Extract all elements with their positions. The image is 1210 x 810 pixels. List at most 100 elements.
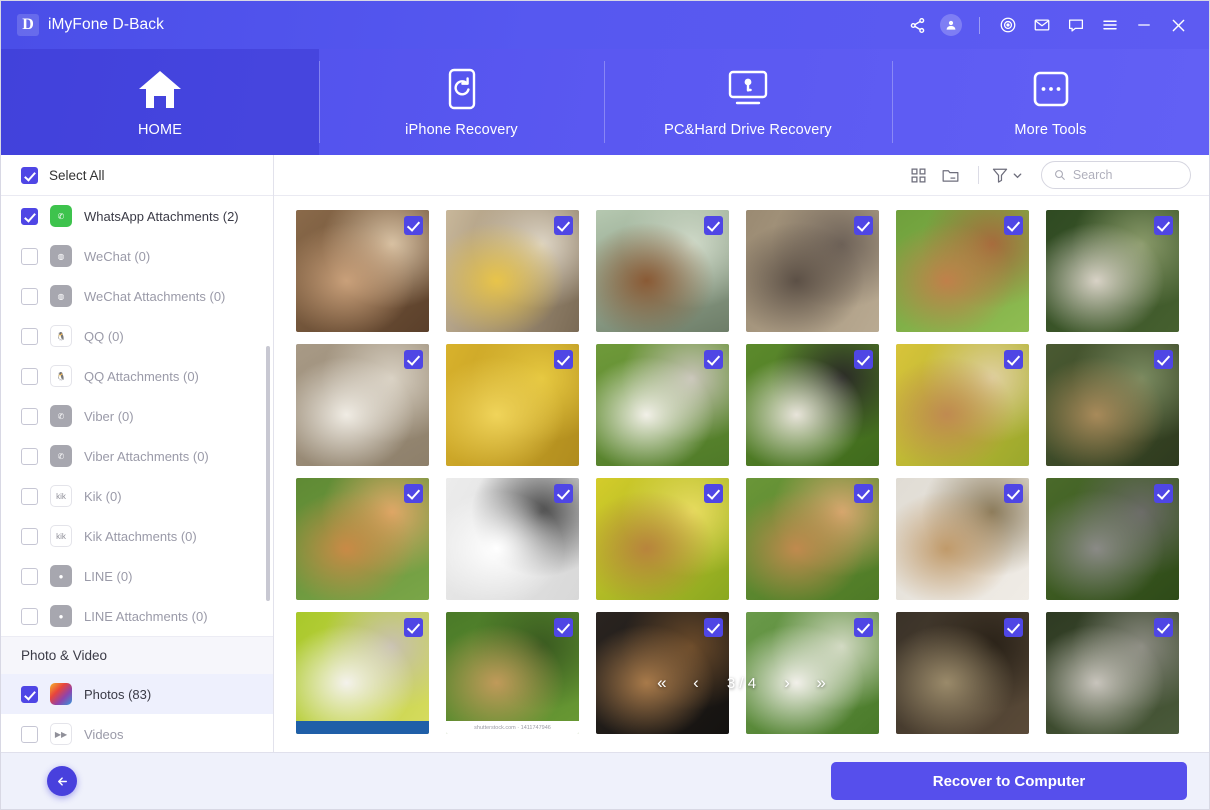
photo-thumbnail[interactable] bbox=[896, 210, 1029, 332]
pagination-last-button[interactable]: » bbox=[804, 666, 838, 700]
photo-checkbox[interactable] bbox=[854, 216, 873, 235]
photo-thumbnail[interactable] bbox=[296, 210, 429, 332]
photo-checkbox[interactable] bbox=[1004, 484, 1023, 503]
photo-thumbnail[interactable] bbox=[746, 478, 879, 600]
share-icon[interactable] bbox=[900, 8, 934, 42]
sidebar-item[interactable]: kikKik (0) bbox=[1, 476, 273, 516]
photo-thumbnail[interactable] bbox=[1046, 612, 1179, 734]
photo-thumbnail[interactable] bbox=[896, 612, 1029, 734]
target-icon[interactable] bbox=[991, 8, 1025, 42]
filter-button[interactable] bbox=[991, 166, 1023, 184]
photo-checkbox[interactable] bbox=[704, 618, 723, 637]
search-box[interactable] bbox=[1041, 161, 1191, 189]
photo-checkbox[interactable] bbox=[854, 618, 873, 637]
sidebar-item-checkbox[interactable] bbox=[21, 248, 38, 265]
account-icon[interactable] bbox=[934, 8, 968, 42]
photo-thumbnail[interactable] bbox=[596, 478, 729, 600]
pagination-first-button[interactable]: « bbox=[645, 666, 679, 700]
minimize-icon[interactable] bbox=[1127, 8, 1161, 42]
photo-checkbox[interactable] bbox=[1154, 350, 1173, 369]
menu-icon[interactable] bbox=[1093, 8, 1127, 42]
sidebar-item-checkbox[interactable] bbox=[21, 208, 38, 225]
photo-checkbox[interactable] bbox=[854, 350, 873, 369]
sidebar-item-checkbox[interactable] bbox=[21, 488, 38, 505]
sidebar-scroll-area: ✆WhatsApp Attachments (2)◍WeChat (0)◍WeC… bbox=[1, 196, 273, 752]
photo-thumbnail[interactable] bbox=[296, 478, 429, 600]
tab-iphone-recovery[interactable]: iPhone Recovery bbox=[319, 49, 604, 155]
photo-thumbnail[interactable] bbox=[446, 210, 579, 332]
sidebar-item-checkbox[interactable] bbox=[21, 408, 38, 425]
photo-checkbox[interactable] bbox=[554, 484, 573, 503]
photo-checkbox[interactable] bbox=[1154, 484, 1173, 503]
photo-thumbnail[interactable] bbox=[296, 344, 429, 466]
photo-checkbox[interactable] bbox=[404, 618, 423, 637]
photo-checkbox[interactable] bbox=[1004, 216, 1023, 235]
photo-thumbnail[interactable] bbox=[1046, 210, 1179, 332]
photo-checkbox[interactable] bbox=[704, 350, 723, 369]
sidebar-item-checkbox[interactable] bbox=[21, 528, 38, 545]
sidebar-item[interactable]: Photos (83) bbox=[1, 674, 273, 714]
sidebar-item-checkbox[interactable] bbox=[21, 608, 38, 625]
photo-thumbnail[interactable] bbox=[296, 612, 429, 734]
photo-thumbnail[interactable] bbox=[446, 478, 579, 600]
photo-checkbox[interactable] bbox=[704, 216, 723, 235]
sidebar-item[interactable]: kikKik Attachments (0) bbox=[1, 516, 273, 556]
photo-thumbnail[interactable] bbox=[446, 344, 579, 466]
photo-thumbnail[interactable] bbox=[596, 210, 729, 332]
sidebar-item[interactable]: 🐧QQ (0) bbox=[1, 316, 273, 356]
folder-view-icon[interactable] bbox=[934, 160, 966, 190]
photo-checkbox[interactable] bbox=[554, 216, 573, 235]
main-panel: shutterstock.com · 1411747946 « ‹ 3 / 4 … bbox=[274, 155, 1209, 752]
sidebar-item[interactable]: ◍WeChat (0) bbox=[1, 236, 273, 276]
photo-checkbox[interactable] bbox=[404, 484, 423, 503]
photo-checkbox[interactable] bbox=[1004, 350, 1023, 369]
select-all-row[interactable]: Select All bbox=[1, 155, 273, 196]
photo-checkbox[interactable] bbox=[404, 350, 423, 369]
tab-more-tools[interactable]: More Tools bbox=[892, 49, 1209, 155]
photo-thumbnail[interactable] bbox=[746, 210, 879, 332]
back-button[interactable] bbox=[47, 766, 77, 796]
sidebar-item[interactable]: ✆Viber Attachments (0) bbox=[1, 436, 273, 476]
sidebar-item-checkbox[interactable] bbox=[21, 288, 38, 305]
photo-checkbox[interactable] bbox=[1154, 618, 1173, 637]
pagination-prev-button[interactable]: ‹ bbox=[679, 666, 713, 700]
sidebar-item-checkbox[interactable] bbox=[21, 448, 38, 465]
photo-checkbox[interactable] bbox=[854, 484, 873, 503]
photo-thumbnail[interactable] bbox=[1046, 344, 1179, 466]
photo-checkbox[interactable] bbox=[1154, 216, 1173, 235]
sidebar-item-checkbox[interactable] bbox=[21, 686, 38, 703]
sidebar-item[interactable]: ◍WeChat Attachments (0) bbox=[1, 276, 273, 316]
photo-thumbnail[interactable] bbox=[596, 344, 729, 466]
sidebar-item[interactable]: ▶▶Videos bbox=[1, 714, 273, 752]
sidebar-item-checkbox[interactable] bbox=[21, 726, 38, 743]
sidebar-item-checkbox[interactable] bbox=[21, 568, 38, 585]
photo-checkbox[interactable] bbox=[554, 350, 573, 369]
tab-pc-hard-drive-recovery[interactable]: PC&Hard Drive Recovery bbox=[604, 49, 892, 155]
photo-thumbnail[interactable] bbox=[1046, 478, 1179, 600]
photo-thumbnail[interactable] bbox=[746, 344, 879, 466]
sidebar-item[interactable]: ✆Viber (0) bbox=[1, 396, 273, 436]
photo-checkbox[interactable] bbox=[704, 484, 723, 503]
tab-home[interactable]: HOME bbox=[1, 49, 319, 155]
select-all-checkbox[interactable] bbox=[21, 167, 38, 184]
photo-thumbnail[interactable] bbox=[896, 344, 1029, 466]
photo-checkbox[interactable] bbox=[404, 216, 423, 235]
sidebar-item[interactable]: ✆WhatsApp Attachments (2) bbox=[1, 196, 273, 236]
recover-to-computer-button[interactable]: Recover to Computer bbox=[831, 762, 1187, 800]
sidebar-item[interactable]: ●LINE Attachments (0) bbox=[1, 596, 273, 636]
chat-icon[interactable] bbox=[1059, 8, 1093, 42]
pagination-next-button[interactable]: › bbox=[770, 666, 804, 700]
photo-thumbnail[interactable] bbox=[896, 478, 1029, 600]
mail-icon[interactable] bbox=[1025, 8, 1059, 42]
photo-checkbox[interactable] bbox=[1004, 618, 1023, 637]
sidebar-item-checkbox[interactable] bbox=[21, 328, 38, 345]
grid-view-icon[interactable] bbox=[902, 160, 934, 190]
search-input[interactable] bbox=[1073, 168, 1178, 182]
photo-thumbnail[interactable]: shutterstock.com · 1411747946 bbox=[446, 612, 579, 734]
sidebar-item[interactable]: 🐧QQ Attachments (0) bbox=[1, 356, 273, 396]
close-icon[interactable] bbox=[1161, 8, 1195, 42]
photo-checkbox[interactable] bbox=[554, 618, 573, 637]
sidebar-scrollbar-thumb[interactable] bbox=[266, 346, 270, 601]
sidebar-item[interactable]: ●LINE (0) bbox=[1, 556, 273, 596]
sidebar-item-checkbox[interactable] bbox=[21, 368, 38, 385]
